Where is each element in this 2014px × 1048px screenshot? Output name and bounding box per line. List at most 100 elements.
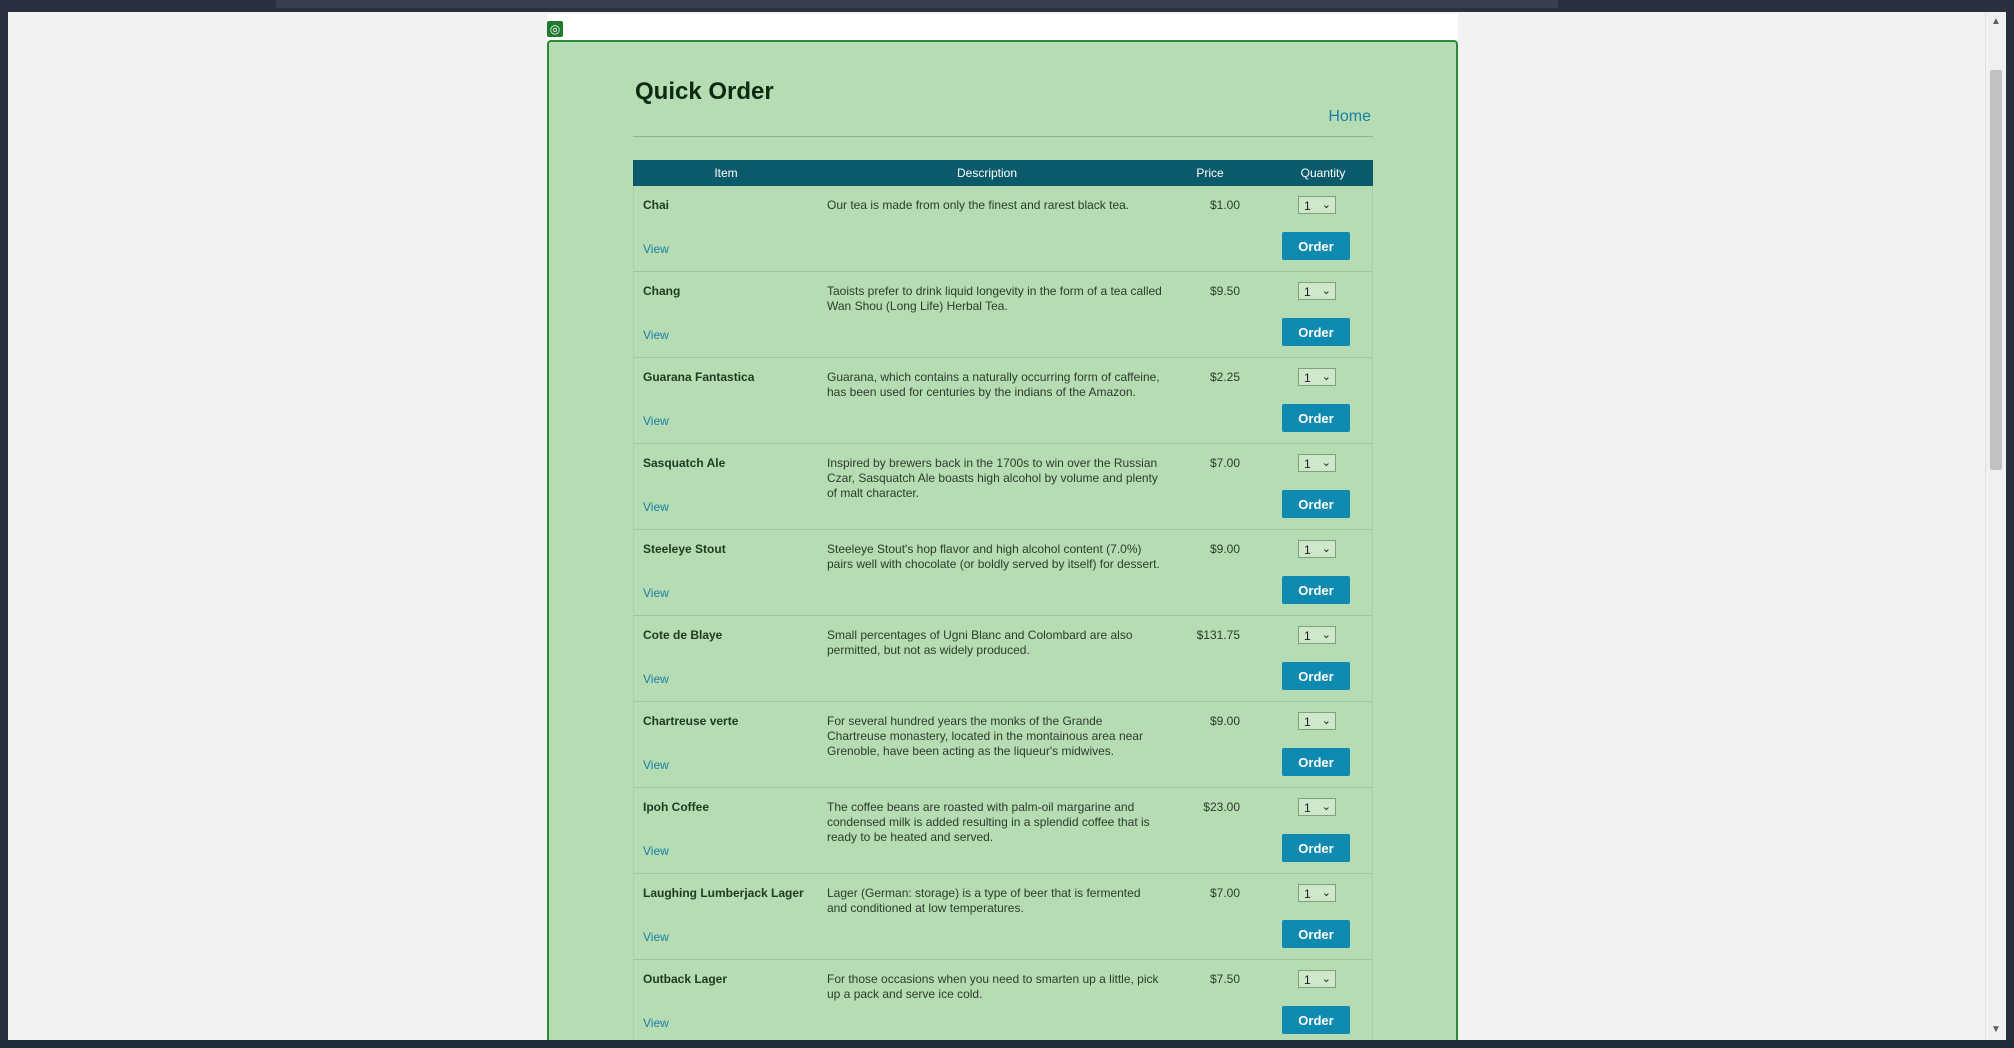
view-link[interactable]: View (643, 328, 669, 342)
chevron-down-icon: ⌄ (1321, 285, 1331, 297)
product-description: Our tea is made from only the finest and… (827, 198, 1130, 212)
view-link[interactable]: View (643, 586, 669, 600)
scrollbar-thumb[interactable] (1990, 70, 2002, 470)
view-link[interactable]: View (643, 500, 669, 514)
quantity-select[interactable]: 1 ⌄ (1298, 712, 1336, 730)
order-button[interactable]: Order (1282, 232, 1350, 260)
product-name: Cote de Blaye (643, 628, 723, 642)
os-taskbar (0, 1040, 2014, 1048)
scroll-up-icon[interactable]: ▲ (1986, 14, 2006, 30)
chevron-down-icon: ⌄ (1321, 199, 1331, 211)
product-price: $7.00 (1209, 886, 1240, 900)
column-header-quantity: Quantity (1300, 166, 1346, 180)
product-price: $7.50 (1209, 972, 1240, 986)
column-header-description: Description (956, 166, 1018, 180)
table-row: Ipoh Coffee View The coffee beans are roas… (633, 788, 1373, 874)
product-name: Guarana Fantastica (643, 370, 755, 384)
view-link[interactable]: View (643, 672, 669, 686)
quantity-select[interactable]: 1 ⌄ (1298, 540, 1336, 558)
scroll-down-icon[interactable]: ▼ (1986, 1022, 2006, 1038)
quantity-select[interactable]: 1 ⌄ (1298, 884, 1336, 902)
quantity-select[interactable]: 1 ⌄ (1298, 368, 1336, 386)
view-link[interactable]: View (643, 930, 669, 944)
view-link[interactable]: View (643, 242, 669, 256)
chevron-down-icon: ⌄ (1321, 973, 1331, 985)
product-description: The coffee beans are roasted with palm-o… (827, 800, 1150, 844)
product-name: Ipoh Coffee (643, 800, 709, 814)
view-link[interactable]: View (643, 1016, 669, 1030)
column-header-price: Price (1196, 166, 1224, 180)
chevron-down-icon: ⌄ (1321, 887, 1331, 899)
order-button[interactable]: Order (1282, 318, 1350, 346)
home-link[interactable]: Home (1328, 108, 1371, 126)
quantity-value: 1 (1304, 973, 1311, 987)
browser-tab-strip (276, 0, 1558, 8)
product-name: Laughing Lumberjack Lager (643, 886, 804, 900)
product-description: For those occasions when you need to sma… (827, 972, 1159, 1001)
product-price: $9.50 (1209, 284, 1240, 298)
quantity-select[interactable]: 1 ⌄ (1298, 970, 1336, 988)
chevron-down-icon: ⌄ (1321, 457, 1331, 469)
product-price: $9.00 (1209, 542, 1240, 556)
table-row: Guarana Fantastica View Guarana, which con… (633, 358, 1373, 444)
table-body: Chai View Our tea is made from only the fi… (633, 186, 1373, 1040)
product-price: $23.00 (1203, 800, 1240, 814)
quantity-value: 1 (1304, 543, 1311, 557)
quantity-select[interactable]: 1 ⌄ (1298, 798, 1336, 816)
quantity-select[interactable]: 1 ⌄ (1298, 196, 1336, 214)
product-name: Chartreuse verte (643, 714, 739, 728)
order-button[interactable]: Order (1282, 490, 1350, 518)
order-button[interactable]: Order (1282, 404, 1350, 432)
product-price: $131.75 (1196, 628, 1240, 642)
quantity-value: 1 (1304, 629, 1311, 643)
chevron-down-icon: ⌄ (1321, 371, 1331, 383)
table-row: Sasquatch Ale View Inspired by brewers bac… (633, 444, 1373, 530)
browser-top-bar (0, 0, 2014, 12)
order-button[interactable]: Order (1282, 920, 1350, 948)
quantity-value: 1 (1304, 285, 1311, 299)
order-button[interactable]: Order (1282, 576, 1350, 604)
table-row: Chang View Taoists prefer to drink liquid … (633, 272, 1373, 358)
column-header-item: Item (714, 166, 738, 180)
chevron-down-icon: ⌄ (1321, 801, 1331, 813)
order-button[interactable]: Order (1282, 1006, 1350, 1034)
product-description: Inspired by brewers back in the 1700s to… (827, 456, 1158, 500)
quick-order-panel: Quick Order Home Item Description Price … (547, 40, 1458, 1040)
quantity-value: 1 (1304, 801, 1311, 815)
page-title: Quick Order (635, 78, 774, 105)
product-description: Taoists prefer to drink liquid longevity… (827, 284, 1162, 313)
quantity-select[interactable]: 1 ⌄ (1298, 454, 1336, 472)
product-name: Chai (643, 198, 670, 212)
product-name: Steeleye Stout (643, 542, 726, 556)
product-description: For several hundred years the monks of t… (827, 714, 1143, 758)
order-button[interactable]: Order (1282, 662, 1350, 690)
product-name: Outback Lager (643, 972, 728, 986)
quantity-value: 1 (1304, 715, 1311, 729)
order-button[interactable]: Order (1282, 834, 1350, 862)
chevron-down-icon: ⌄ (1321, 715, 1331, 727)
quantity-select[interactable]: 1 ⌄ (1298, 626, 1336, 644)
table-row: Chartreuse verte View For several hundred … (633, 702, 1373, 788)
product-description: Guarana, which contains a naturally occu… (827, 370, 1160, 399)
quantity-select[interactable]: 1 ⌄ (1298, 282, 1336, 300)
product-name: Chang (643, 284, 681, 298)
product-description: Lager (German: storage) is a type of bee… (827, 886, 1141, 915)
view-link[interactable]: View (643, 414, 669, 428)
order-button[interactable]: Order (1282, 748, 1350, 776)
product-price: $9.00 (1209, 714, 1240, 728)
divider (633, 136, 1373, 137)
quantity-value: 1 (1304, 457, 1311, 471)
vertical-scrollbar[interactable]: ▲ ▼ (1985, 12, 2006, 1040)
products-table: Item Description Price Quantity Chai View… (633, 160, 1373, 1040)
product-price: $1.00 (1209, 198, 1240, 212)
view-link[interactable]: View (643, 758, 669, 772)
table-row: Cote de Blaye View Small percentages of Ug… (633, 616, 1373, 702)
product-price: $2.25 (1209, 370, 1240, 384)
table-row: Chai View Our tea is made from only the fi… (633, 186, 1373, 272)
target-icon[interactable]: ◎ (547, 21, 563, 37)
product-description: Small percentages of Ugni Blanc and Colo… (827, 628, 1133, 657)
product-description: Steeleye Stout's hop flavor and high alc… (827, 542, 1160, 571)
product-price: $7.00 (1209, 456, 1240, 470)
chevron-down-icon: ⌄ (1321, 543, 1331, 555)
view-link[interactable]: View (643, 844, 669, 858)
